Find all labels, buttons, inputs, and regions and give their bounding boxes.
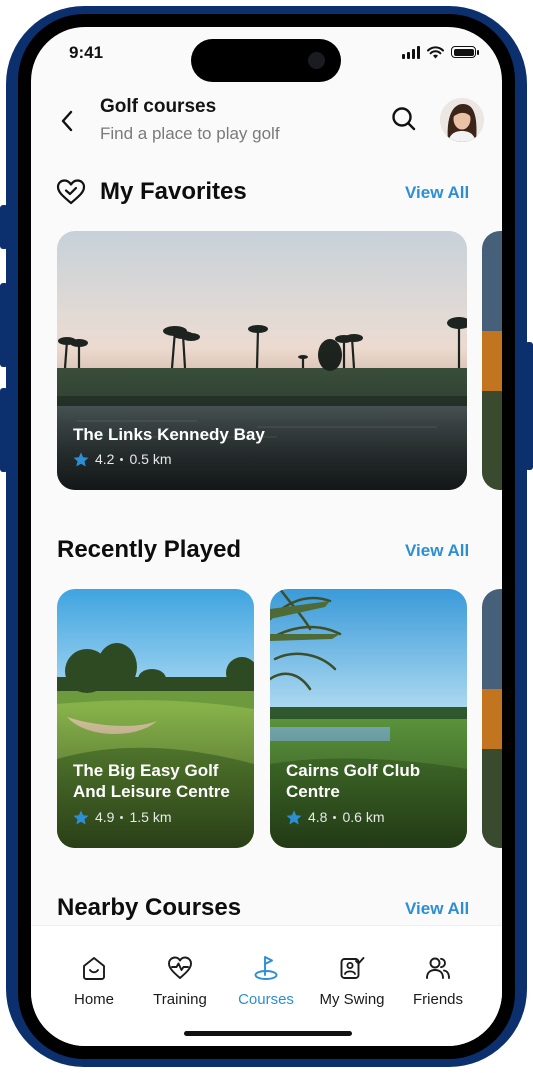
heart-check-icon	[56, 178, 86, 206]
search-icon	[392, 107, 416, 131]
tab-label: Home	[73, 991, 114, 1008]
section-title-favorites: My Favorites	[100, 178, 247, 205]
tab-home[interactable]: Home	[49, 955, 139, 1008]
avatar[interactable]	[440, 98, 484, 142]
home-indicator[interactable]	[184, 1031, 352, 1036]
section-title-recently-played: Recently Played	[57, 536, 242, 563]
course-card[interactable]: The Links Kennedy Bay 4.2 0.5 km	[57, 231, 467, 490]
power-button	[525, 342, 533, 470]
page-title: Golf courses	[100, 96, 217, 117]
tab-courses[interactable]: Courses	[221, 955, 311, 1008]
chevron-left-icon	[61, 110, 73, 132]
favorites-view-all-link[interactable]: View All	[405, 183, 469, 203]
home-icon	[83, 957, 105, 980]
tab-training[interactable]: Training	[135, 955, 225, 1008]
tab-label: Training	[153, 991, 207, 1008]
course-photo	[482, 589, 502, 848]
bottom-tab-bar: Home Training Courses My Swing Friends	[31, 925, 502, 1046]
course-meta: 4.2 0.5 km	[73, 451, 171, 467]
battery-icon	[451, 46, 479, 58]
golf-flag-icon	[254, 956, 278, 980]
heart-pulse-icon	[168, 956, 192, 979]
tab-label: Courses	[238, 991, 294, 1008]
course-distance: 1.5 km	[129, 809, 172, 825]
cellular-signal-icon	[402, 45, 420, 59]
course-meta: 4.9 1.5 km	[73, 809, 171, 825]
page-subtitle: Find a place to play golf	[100, 124, 280, 143]
star-icon	[73, 810, 89, 824]
star-icon	[286, 810, 302, 824]
tab-my-swing[interactable]: My Swing	[307, 955, 397, 1008]
course-card[interactable]: The Big Easy Golf And Leisure Centre 4.9…	[57, 589, 254, 848]
tab-friends[interactable]: Friends	[393, 955, 483, 1008]
volume-up-button	[0, 283, 8, 367]
status-icons	[402, 44, 479, 60]
search-button[interactable]	[390, 105, 418, 133]
action-button	[0, 205, 8, 249]
screen: 9:41 Golf courses Find a place to play g…	[31, 27, 502, 1046]
course-name: The Links Kennedy Bay	[73, 425, 265, 444]
course-card-peek[interactable]	[482, 231, 502, 490]
course-photo	[482, 231, 502, 490]
avatar-image	[440, 98, 484, 142]
recent-view-all-link[interactable]: View All	[405, 541, 469, 561]
course-meta: 4.8 0.6 km	[286, 809, 384, 825]
nearby-view-all-link[interactable]: View All	[405, 899, 469, 919]
volume-down-button	[0, 388, 8, 472]
course-distance: 0.6 km	[342, 809, 385, 825]
tab-label: Friends	[412, 991, 464, 1008]
star-icon	[73, 452, 89, 466]
camera-icon	[308, 52, 325, 69]
course-card-peek[interactable]	[482, 589, 502, 848]
tab-label: My Swing	[319, 991, 385, 1008]
course-distance: 0.5 km	[129, 451, 172, 467]
status-time: 9:41	[69, 43, 104, 62]
wifi-icon	[427, 45, 444, 58]
users-icon	[426, 957, 450, 979]
section-title-nearby: Nearby Courses	[57, 894, 242, 921]
course-card[interactable]: Cairns Golf Club Centre 4.8 0.6 km	[270, 589, 467, 848]
swing-check-icon	[340, 957, 365, 979]
back-button[interactable]	[55, 107, 79, 135]
course-name: Cairns Golf Club Centre	[286, 761, 421, 801]
course-rating: 4.9	[95, 809, 115, 825]
course-rating: 4.2	[95, 451, 115, 467]
dynamic-island	[191, 39, 341, 82]
course-rating: 4.8	[308, 809, 328, 825]
course-name: The Big Easy Golf And Leisure Centre	[73, 761, 230, 801]
